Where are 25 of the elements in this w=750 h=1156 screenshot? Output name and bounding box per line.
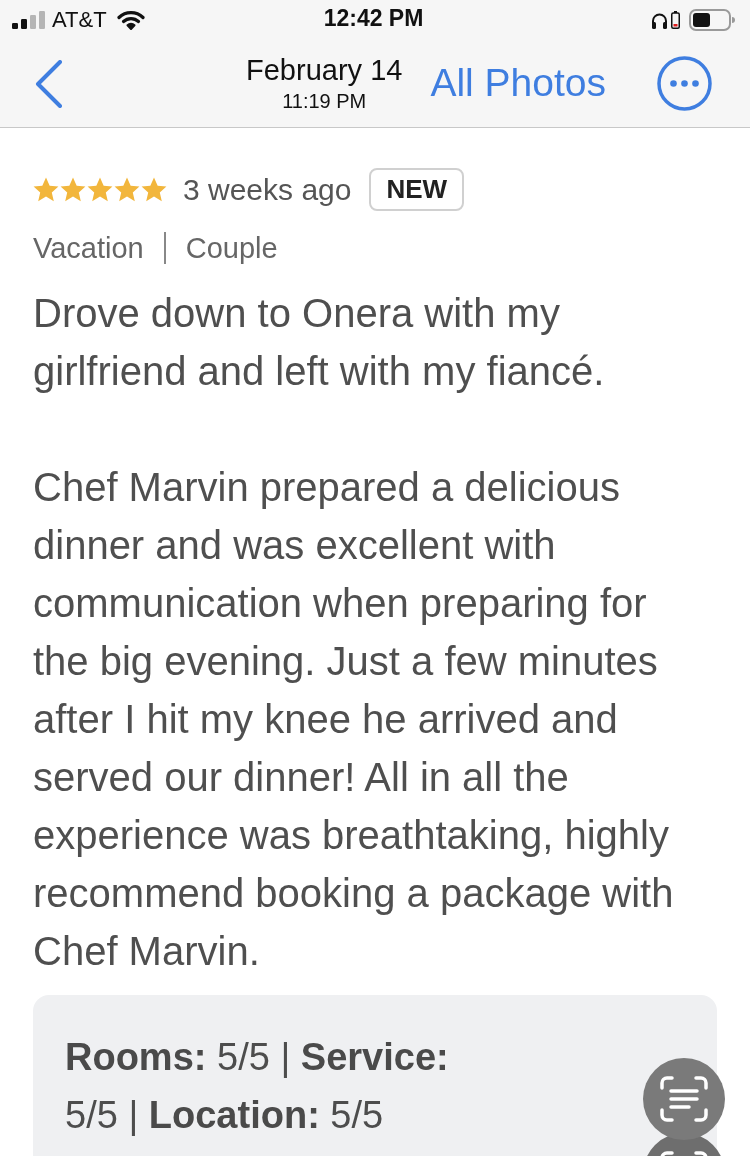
star-icon <box>87 176 113 203</box>
battery-icon <box>689 9 735 31</box>
review-text: Drove down to Onera with my girlfriend and left with my fiancé. <box>33 290 606 395</box>
review-age: 3 weeks ago <box>183 173 352 206</box>
scan-text-icon[interactable] <box>643 1058 725 1140</box>
star-icon <box>60 176 86 203</box>
more-icon[interactable] <box>657 56 712 111</box>
back-icon[interactable] <box>35 59 62 108</box>
review-tag: Vacation <box>33 230 144 266</box>
new-badge: NEW <box>369 168 465 211</box>
small-battery-icon <box>671 11 680 29</box>
nav-title: February 14 <box>246 54 403 86</box>
star-icon <box>114 176 140 203</box>
wifi-icon <box>116 10 145 30</box>
status-time: 12:42 PM <box>323 5 424 31</box>
signal-icon <box>12 11 45 29</box>
review-tag: Couple <box>185 230 278 266</box>
star-icon <box>33 176 59 203</box>
nav-subtitle: 11:19 PM <box>281 89 368 113</box>
headphones-icon <box>651 11 668 29</box>
all-photos-link[interactable]: All Photos <box>430 62 606 105</box>
review-text: Chef Marvin prepared a delicious dinner and was excellent with communication when preparing for the big evening. Just a few minutes after I hit my knee he arrived and served our dinner! All in all the experience was breathtaking, highly recommend booking a package with Chef Marvin. <box>33 464 675 975</box>
carrier-name: AT&T <box>52 9 107 31</box>
star-icon <box>141 176 167 203</box>
ratings-summary: Rooms: 5/5 | Service: 5/5 | Location: 5/5 <box>65 1035 450 1138</box>
